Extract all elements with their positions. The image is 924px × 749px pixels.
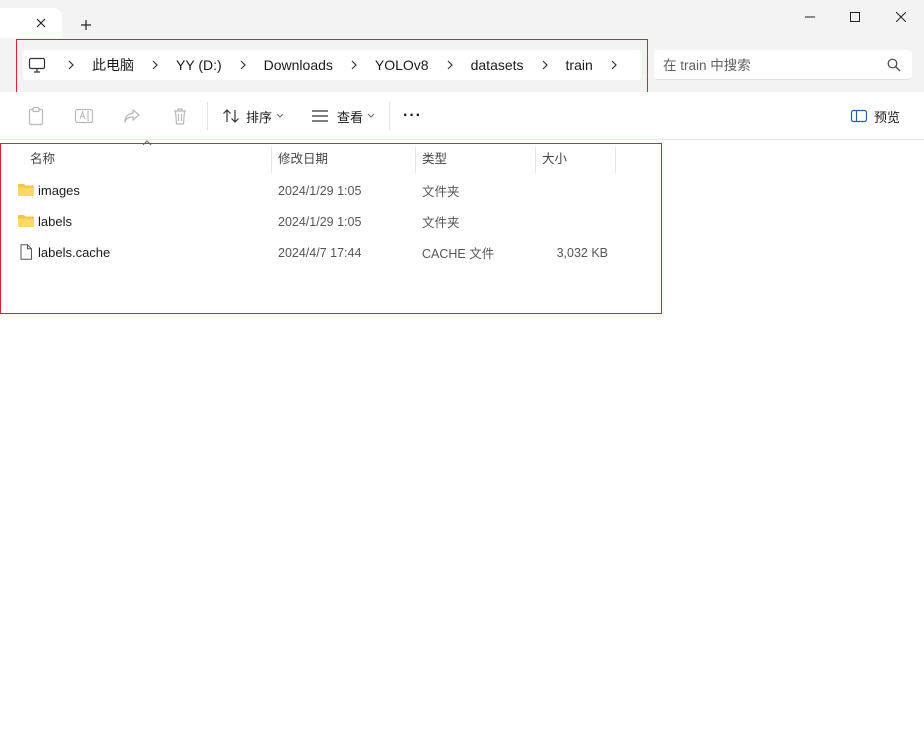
chevron-right-icon[interactable]	[532, 50, 558, 80]
sort-button[interactable]: 排序	[222, 102, 284, 130]
column-header-type[interactable]: 类型	[422, 141, 447, 173]
close-icon	[896, 12, 906, 22]
chevron-right-icon[interactable]	[230, 50, 256, 80]
column-header-date[interactable]: 修改日期	[278, 141, 328, 173]
column-header-row: 名称 修改日期 类型 大小	[0, 140, 924, 173]
breadcrumb-item[interactable]: datasets	[463, 50, 532, 80]
file-date: 2024/1/29 1:05	[278, 214, 362, 229]
view-label: 查看	[337, 109, 364, 125]
file-size	[536, 175, 608, 206]
search-icon[interactable]	[886, 57, 902, 73]
close-window-button[interactable]	[878, 4, 924, 30]
preview-label: 预览	[874, 109, 901, 125]
close-icon	[36, 18, 46, 28]
toolbar-divider	[389, 102, 390, 130]
file-type: 文件夹	[422, 216, 460, 230]
column-divider[interactable]	[415, 147, 416, 173]
column-divider[interactable]	[535, 147, 536, 173]
file-row[interactable]: images 2024/1/29 1:05 文件夹	[0, 175, 660, 206]
file-type: 文件夹	[422, 185, 460, 199]
share-icon	[124, 109, 140, 123]
toolbar-divider	[207, 102, 208, 130]
rename-button[interactable]	[74, 106, 94, 126]
chevron-right-icon[interactable]	[142, 50, 168, 80]
address-bar[interactable]: 此电脑 YY (D:) Downloads YOLOv8 datasets tr…	[22, 50, 642, 80]
file-name: labels.cache	[38, 245, 111, 260]
preview-pane-button[interactable]: 预览	[850, 102, 900, 130]
file-size	[536, 206, 608, 237]
file-name: images	[38, 183, 80, 198]
chevron-right-icon[interactable]	[601, 50, 627, 80]
breadcrumb-item[interactable]: YY (D:)	[168, 50, 230, 80]
rename-icon	[74, 108, 94, 124]
folder-icon	[18, 184, 34, 196]
breadcrumb-item-current[interactable]: train	[558, 50, 601, 80]
delete-button[interactable]	[170, 106, 190, 126]
chevron-right-icon[interactable]	[341, 50, 367, 80]
breadcrumb-item[interactable]: YOLOv8	[367, 50, 437, 80]
more-options-button[interactable]: ···	[403, 102, 422, 130]
chevron-right-icon[interactable]	[58, 50, 84, 80]
trash-icon	[174, 108, 186, 125]
file-size: 3,032 KB	[556, 245, 608, 260]
command-bar: 排序 查看 ··· 预览	[0, 92, 924, 140]
file-type: CACHE 文件	[422, 247, 495, 261]
title-bar	[0, 0, 924, 38]
column-header-name[interactable]: 名称	[30, 141, 55, 173]
chevron-right-icon[interactable]	[437, 50, 463, 80]
breadcrumb-item[interactable]: 此电脑	[84, 50, 142, 80]
file-icon	[20, 244, 32, 260]
preview-pane-icon	[850, 109, 868, 123]
search-box	[654, 50, 912, 80]
column-divider[interactable]	[615, 147, 616, 173]
file-row[interactable]: labels 2024/1/29 1:05 文件夹	[0, 206, 660, 237]
minimize-icon	[805, 16, 815, 18]
tab-active[interactable]	[0, 8, 62, 38]
new-tab-button[interactable]	[76, 15, 96, 35]
sort-ascending-icon	[142, 140, 152, 146]
file-row[interactable]: labels.cache 2024/4/7 17:44 CACHE 文件 3,0…	[0, 237, 660, 268]
computer-icon[interactable]	[27, 55, 47, 75]
file-date: 2024/4/7 17:44	[278, 245, 362, 260]
folder-icon	[18, 215, 34, 227]
tab-close-button[interactable]	[32, 14, 50, 32]
chevron-down-icon	[276, 113, 284, 118]
maximize-button[interactable]	[832, 4, 878, 30]
address-row: 此电脑 YY (D:) Downloads YOLOv8 datasets tr…	[0, 38, 924, 92]
search-input[interactable]	[663, 50, 883, 80]
chevron-down-icon	[367, 113, 375, 118]
clipboard-icon	[28, 106, 44, 126]
file-date: 2024/1/29 1:05	[278, 183, 362, 198]
breadcrumb-item[interactable]: Downloads	[256, 50, 341, 80]
sort-label: 排序	[246, 109, 273, 125]
more-icon: ···	[403, 107, 422, 124]
plus-icon	[81, 20, 91, 30]
share-button[interactable]	[122, 106, 142, 126]
sort-icon	[223, 109, 239, 123]
column-header-size[interactable]: 大小	[542, 141, 567, 173]
maximize-icon	[850, 12, 860, 22]
file-name: labels	[38, 214, 72, 229]
breadcrumb: 此电脑 YY (D:) Downloads YOLOv8 datasets tr…	[58, 50, 627, 80]
paste-button[interactable]	[26, 106, 46, 126]
view-button[interactable]: 查看	[311, 102, 375, 130]
column-divider[interactable]	[271, 147, 272, 173]
minimize-button[interactable]	[787, 4, 833, 30]
view-list-icon	[312, 110, 328, 122]
